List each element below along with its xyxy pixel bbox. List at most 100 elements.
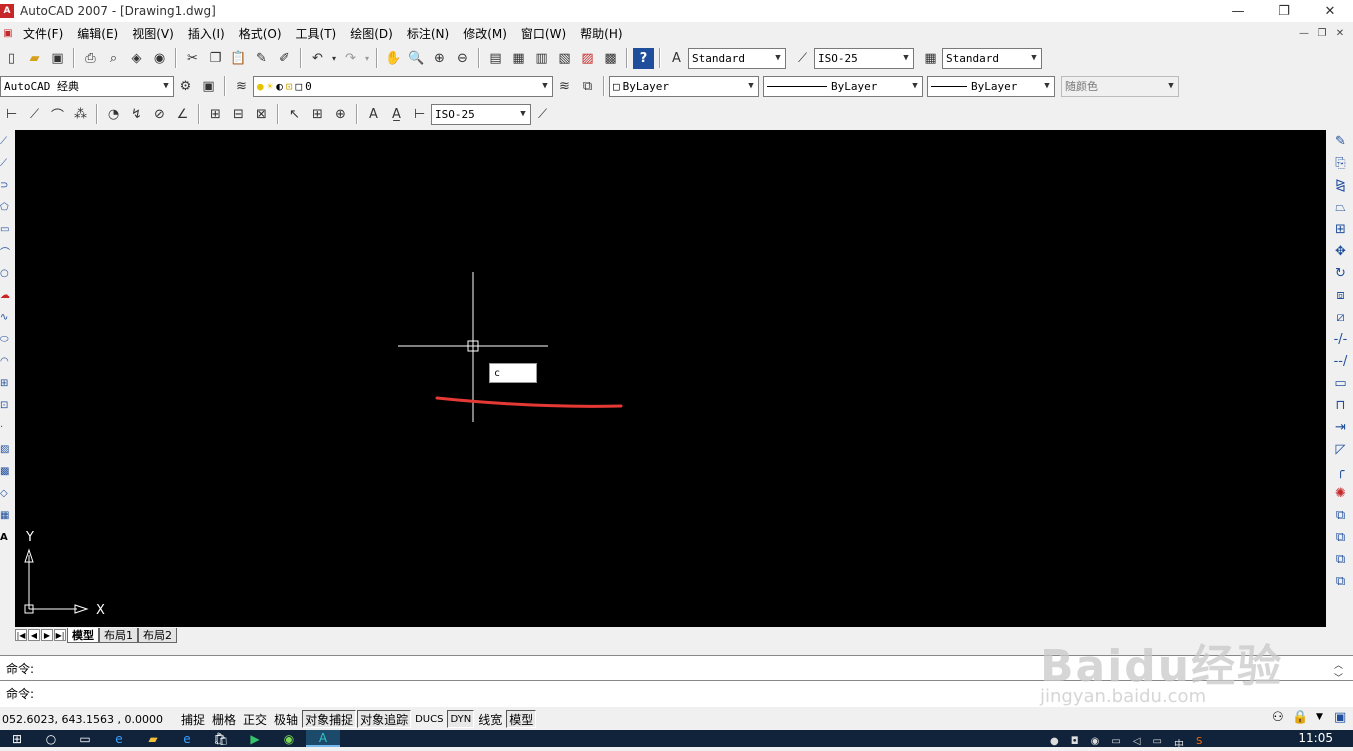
arc-icon[interactable]: ⌒ [0, 240, 12, 262]
send-under-icon[interactable]: ⧉ [1330, 570, 1352, 592]
document-icon[interactable]: ▣ [1, 23, 15, 44]
dim-style-icon[interactable]: ⟋ [792, 48, 813, 69]
rectangle-icon[interactable]: ▭ [0, 218, 12, 240]
design-center-icon[interactable]: ▦ [508, 48, 529, 69]
tray-display-icon[interactable]: ▭ [1153, 736, 1162, 751]
edge-icon[interactable]: e [102, 730, 136, 747]
extend-icon[interactable]: --/ [1330, 350, 1352, 372]
angular-dim-icon[interactable]: ∠ [172, 104, 193, 125]
layer-previous-icon[interactable]: ⧉ [577, 76, 598, 97]
toolbar-lock-icon[interactable]: 🔒 [1292, 710, 1308, 725]
browser-icon[interactable]: ◉ [272, 730, 306, 747]
linetype-select[interactable]: ByLayer ▼ [763, 75, 923, 97]
table-style-icon[interactable]: ▦ [920, 48, 941, 69]
fillet-icon[interactable]: ╭ [1330, 460, 1352, 482]
center-mark-icon[interactable]: ⊕ [330, 104, 351, 125]
revision-cloud-icon[interactable]: ☁ [0, 284, 12, 306]
dim-update-icon[interactable]: ⊢ [409, 104, 430, 125]
join-icon[interactable]: ⇥ [1330, 416, 1352, 438]
multiline-text-icon[interactable]: A [0, 526, 12, 548]
trim-icon[interactable]: -/- [1330, 328, 1352, 350]
menu-dimension[interactable]: 标注(N) [400, 25, 456, 42]
continue-dim-icon[interactable]: ⊠ [251, 104, 272, 125]
copy-object-icon[interactable]: ⎘ [1330, 152, 1352, 174]
new-icon[interactable]: ▯ [1, 48, 22, 69]
zoom-window-icon[interactable]: ⊕ [429, 48, 450, 69]
color-select[interactable]: □ ByLayer ▼ [609, 75, 759, 97]
pan-icon[interactable]: ✋ [383, 48, 404, 69]
dim-text-edit-icon[interactable]: A̲ [386, 104, 407, 125]
gradient-icon[interactable]: ▩ [0, 460, 12, 482]
plot-icon[interactable]: ⎙ [80, 48, 101, 69]
workspace-settings-icon[interactable]: ⚙ [175, 76, 196, 97]
break-icon[interactable]: ⊓ [1330, 394, 1352, 416]
baseline-dim-icon[interactable]: ⊟ [228, 104, 249, 125]
search-icon[interactable]: ○ [34, 730, 68, 747]
tab-layout2[interactable]: 布局2 [138, 627, 177, 643]
next-tab-icon[interactable]: ▶ [41, 629, 53, 641]
jogged-dim-icon[interactable]: ↯ [126, 104, 147, 125]
draw-order-front-icon[interactable]: ⧉ [1330, 504, 1352, 526]
model-toggle[interactable]: 模型 [506, 710, 537, 728]
osnap-toggle[interactable]: 对象捕捉 [302, 710, 357, 728]
help-icon[interactable]: ? [633, 47, 654, 69]
lineweight-select[interactable]: ByLayer ▼ [927, 75, 1055, 97]
open-icon[interactable]: ▰ [24, 48, 45, 69]
sheet-set-icon[interactable]: ▧ [554, 48, 575, 69]
calculator-icon[interactable]: ▩ [600, 48, 621, 69]
erase-icon[interactable]: ✎ [1330, 130, 1352, 152]
scale-icon[interactable]: ⧈ [1330, 284, 1352, 306]
ellipse-arc-icon[interactable]: ◠ [0, 350, 12, 372]
menu-tools[interactable]: 工具(T) [289, 25, 344, 42]
doc-minimize-button[interactable]: — [1297, 26, 1311, 40]
publish-icon[interactable]: ◈ [126, 48, 147, 69]
ie-icon[interactable]: e [170, 730, 204, 747]
explode-icon[interactable]: ✺ [1330, 482, 1352, 504]
polyline-icon[interactable]: ⊃ [0, 174, 12, 196]
redo-dropdown-icon[interactable]: ▾ [363, 48, 371, 69]
tray-wechat-icon[interactable]: ◉ [1091, 736, 1100, 751]
autocad-app-icon[interactable]: A [0, 4, 14, 18]
linear-dim-icon[interactable]: ⊢ [1, 104, 22, 125]
command-scrollbar[interactable]: ︿ ﹀ [1334, 658, 1343, 684]
autocad-taskbar-icon[interactable]: A [306, 730, 340, 747]
copy-icon[interactable]: ❐ [205, 48, 226, 69]
task-view-icon[interactable]: ▭ [68, 730, 102, 747]
arc-length-icon[interactable]: ⌒ [47, 104, 68, 125]
start-icon[interactable]: ⊞ [0, 730, 34, 747]
diameter-dim-icon[interactable]: ⊘ [149, 104, 170, 125]
menu-window[interactable]: 窗口(W) [514, 25, 573, 42]
prev-tab-icon[interactable]: ◀ [28, 629, 40, 641]
paste-icon[interactable]: 📋 [228, 48, 249, 69]
polygon-icon[interactable]: ⬠ [0, 196, 12, 218]
tolerance-icon[interactable]: ⊞ [307, 104, 328, 125]
dyn-toggle[interactable]: DYN [447, 710, 475, 728]
undo-dropdown-icon[interactable]: ▾ [330, 48, 338, 69]
offset-icon[interactable]: ⏢ [1330, 196, 1352, 218]
last-tab-icon[interactable]: ▶| [54, 629, 66, 641]
status-menu-icon[interactable]: ▼ [1316, 712, 1323, 722]
menu-edit[interactable]: 编辑(E) [70, 25, 125, 42]
store-icon[interactable]: 🛍 [204, 730, 238, 747]
undo-icon[interactable]: ↶ [307, 48, 328, 69]
menu-format[interactable]: 格式(O) [232, 25, 289, 42]
draw-order-back-icon[interactable]: ⧉ [1330, 526, 1352, 548]
construction-line-icon[interactable]: ⟋ [0, 152, 12, 174]
line-icon[interactable]: ⟋ [0, 130, 12, 152]
aligned-dim-icon[interactable]: ⟋ [24, 104, 45, 125]
dim-style-select-2[interactable]: ISO-25 ▼ [431, 103, 531, 125]
table-icon[interactable]: ▦ [0, 504, 12, 526]
tray-network-icon[interactable]: ▭ [1111, 736, 1120, 751]
markup-icon[interactable]: ▨ [577, 48, 598, 69]
text-style-select[interactable]: Standard ▼ [688, 47, 786, 69]
plot-preview-icon[interactable]: ⌕ [103, 48, 124, 69]
menu-insert[interactable]: 插入(I) [181, 25, 232, 42]
comm-center-icon[interactable]: ⚇ [1272, 710, 1284, 725]
ellipse-icon[interactable]: ⬭ [0, 328, 12, 350]
coordinate-readout[interactable]: 052.6023, 643.1563 , 0.0000 [0, 713, 178, 726]
layer-select[interactable]: ● ☀ ◐ ⊡ □ 0 ▼ [253, 75, 553, 97]
tool-palettes-icon[interactable]: ▥ [531, 48, 552, 69]
radius-dim-icon[interactable]: ◔ [103, 104, 124, 125]
properties-icon[interactable]: ▤ [485, 48, 506, 69]
zoom-previous-icon[interactable]: ⊖ [452, 48, 473, 69]
